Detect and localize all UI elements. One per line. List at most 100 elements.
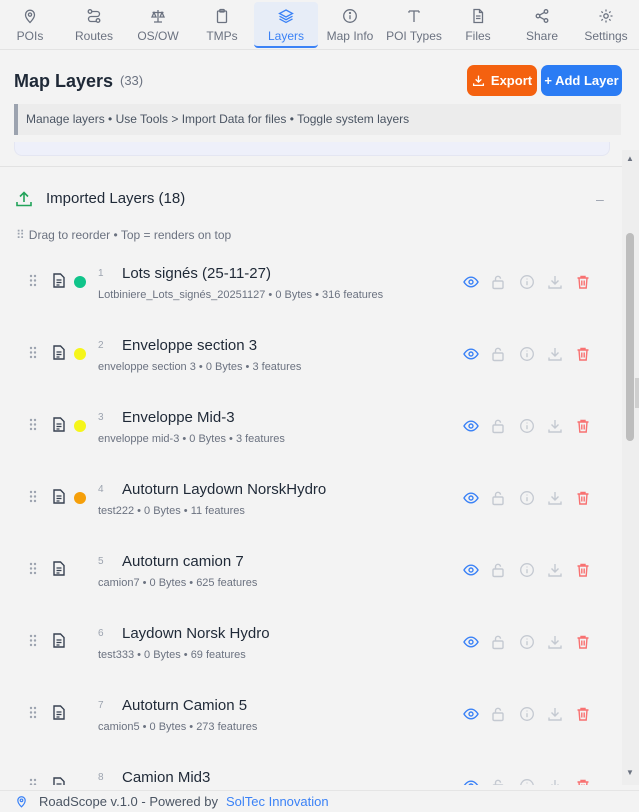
download-button[interactable] bbox=[547, 706, 563, 722]
footer-brand-link[interactable]: SolTec Innovation bbox=[226, 794, 329, 809]
lock-icon bbox=[492, 635, 504, 650]
collapse-toggle[interactable]: – bbox=[596, 191, 604, 207]
layer-row[interactable]: 7 Autoturn Camion 5 camion5 • 0 Bytes • 27… bbox=[0, 682, 622, 754]
document-icon bbox=[53, 561, 65, 576]
drag-handle-icon[interactable] bbox=[29, 778, 37, 785]
drag-handle-icon[interactable] bbox=[29, 346, 37, 359]
help-hint: Manage layers • Use Tools > Import Data … bbox=[14, 104, 621, 135]
scrollbar-thumb[interactable] bbox=[626, 233, 634, 441]
layer-order-number: 7 bbox=[98, 700, 104, 711]
layer-color-swatch bbox=[74, 276, 86, 288]
trash-button[interactable] bbox=[575, 634, 591, 650]
tab-files[interactable]: Files bbox=[452, 2, 504, 48]
download-icon bbox=[548, 492, 562, 505]
tab-label: Map Info bbox=[326, 29, 374, 43]
tab-layers[interactable]: Layers bbox=[254, 2, 318, 48]
trash-button[interactable] bbox=[575, 346, 591, 362]
drag-handle-icon[interactable] bbox=[29, 706, 37, 719]
footer: RoadScope v.1.0 - Powered by SolTec Inno… bbox=[0, 790, 639, 812]
lock-button[interactable] bbox=[490, 274, 506, 290]
tab-share[interactable]: Share bbox=[516, 2, 568, 48]
drag-handle-icon[interactable] bbox=[29, 490, 37, 503]
tab-label: OS/OW bbox=[137, 29, 179, 43]
info-icon bbox=[520, 779, 534, 785]
layer-row[interactable]: 5 Autoturn camion 7 camion7 • 0 Bytes • 62… bbox=[0, 538, 622, 610]
export-button[interactable]: Export bbox=[467, 65, 537, 96]
scroll-down-arrow[interactable]: ▼ bbox=[626, 768, 634, 777]
add-layer-button[interactable]: + Add Layer bbox=[541, 65, 622, 96]
info-icon bbox=[520, 707, 534, 721]
info-icon bbox=[520, 635, 534, 649]
visibility-toggle-button[interactable] bbox=[463, 706, 479, 722]
info-button[interactable] bbox=[519, 706, 535, 722]
trash-button[interactable] bbox=[575, 490, 591, 506]
layer-name: Enveloppe Mid-3 bbox=[122, 409, 235, 426]
layer-row[interactable]: 8 Camion Mid3 bbox=[0, 754, 622, 785]
info-button[interactable] bbox=[519, 346, 535, 362]
lock-button[interactable] bbox=[490, 634, 506, 650]
lock-button[interactable] bbox=[490, 706, 506, 722]
lock-button[interactable] bbox=[490, 346, 506, 362]
tab-poi-types[interactable]: POI Types bbox=[384, 2, 444, 48]
trash-button[interactable] bbox=[575, 706, 591, 722]
layer-row[interactable]: 4 Autoturn Laydown NorskHydro test222 • 0 … bbox=[0, 466, 622, 538]
info-icon bbox=[520, 491, 534, 505]
layer-row[interactable]: 1 Lots signés (25-11-27) Lotbiniere_Lots_s… bbox=[0, 250, 622, 322]
trash-icon bbox=[577, 491, 589, 505]
download-button[interactable] bbox=[547, 490, 563, 506]
info-button[interactable] bbox=[519, 562, 535, 578]
tab-pois[interactable]: POIs bbox=[4, 2, 56, 48]
drag-handle-icon[interactable] bbox=[29, 274, 37, 287]
lock-button[interactable] bbox=[490, 778, 506, 785]
layer-row[interactable]: 6 Laydown Norsk Hydro test333 • 0 Bytes • … bbox=[0, 610, 622, 682]
visibility-toggle-button[interactable] bbox=[463, 634, 479, 650]
lock-icon bbox=[492, 707, 504, 722]
lock-icon bbox=[492, 491, 504, 506]
trash-button[interactable] bbox=[575, 274, 591, 290]
download-button[interactable] bbox=[547, 634, 563, 650]
visibility-toggle-button[interactable] bbox=[463, 490, 479, 506]
info-button[interactable] bbox=[519, 634, 535, 650]
tab-tmps[interactable]: TMPs bbox=[196, 2, 248, 48]
page-title: Map Layers bbox=[14, 71, 114, 91]
download-button[interactable] bbox=[547, 274, 563, 290]
info-button[interactable] bbox=[519, 418, 535, 434]
tab-settings[interactable]: Settings bbox=[580, 2, 632, 48]
download-button[interactable] bbox=[547, 778, 563, 785]
scroll-up-arrow[interactable]: ▲ bbox=[626, 154, 634, 163]
layer-color-swatch bbox=[74, 420, 86, 432]
layer-row[interactable]: 3 Enveloppe Mid-3 enveloppe mid-3 • 0 Byte… bbox=[0, 394, 622, 466]
download-button[interactable] bbox=[547, 346, 563, 362]
tab-label: POI Types bbox=[386, 29, 442, 43]
tab-osow[interactable]: OS/OW bbox=[132, 2, 184, 48]
tab-label: Settings bbox=[584, 29, 628, 43]
drag-handle-icon[interactable] bbox=[29, 634, 37, 647]
visibility-toggle-button[interactable] bbox=[463, 346, 479, 362]
layer-order-number: 5 bbox=[98, 556, 104, 567]
download-button[interactable] bbox=[547, 418, 563, 434]
lock-button[interactable] bbox=[490, 562, 506, 578]
info-button[interactable] bbox=[519, 490, 535, 506]
lock-button[interactable] bbox=[490, 418, 506, 434]
layer-row[interactable]: 2 Enveloppe section 3 enveloppe section 3 … bbox=[0, 322, 622, 394]
drag-handle-icon[interactable] bbox=[29, 418, 37, 431]
lock-icon bbox=[492, 347, 504, 362]
tab-label: Files bbox=[465, 29, 491, 43]
tab-map-info[interactable]: Map Info bbox=[322, 2, 378, 48]
visibility-toggle-button[interactable] bbox=[463, 274, 479, 290]
trash-button[interactable] bbox=[575, 562, 591, 578]
tab-routes[interactable]: Routes bbox=[66, 2, 122, 48]
document-icon bbox=[53, 777, 65, 785]
visibility-toggle-button[interactable] bbox=[463, 418, 479, 434]
visibility-toggle-icon bbox=[463, 564, 479, 576]
trash-button[interactable] bbox=[575, 418, 591, 434]
lock-button[interactable] bbox=[490, 490, 506, 506]
visibility-toggle-button[interactable] bbox=[463, 562, 479, 578]
visibility-toggle-icon bbox=[463, 636, 479, 648]
info-button[interactable] bbox=[519, 274, 535, 290]
download-button[interactable] bbox=[547, 562, 563, 578]
visibility-toggle-button[interactable] bbox=[463, 778, 479, 785]
info-button[interactable] bbox=[519, 778, 535, 785]
trash-button[interactable] bbox=[575, 778, 591, 785]
drag-handle-icon[interactable] bbox=[29, 562, 37, 575]
